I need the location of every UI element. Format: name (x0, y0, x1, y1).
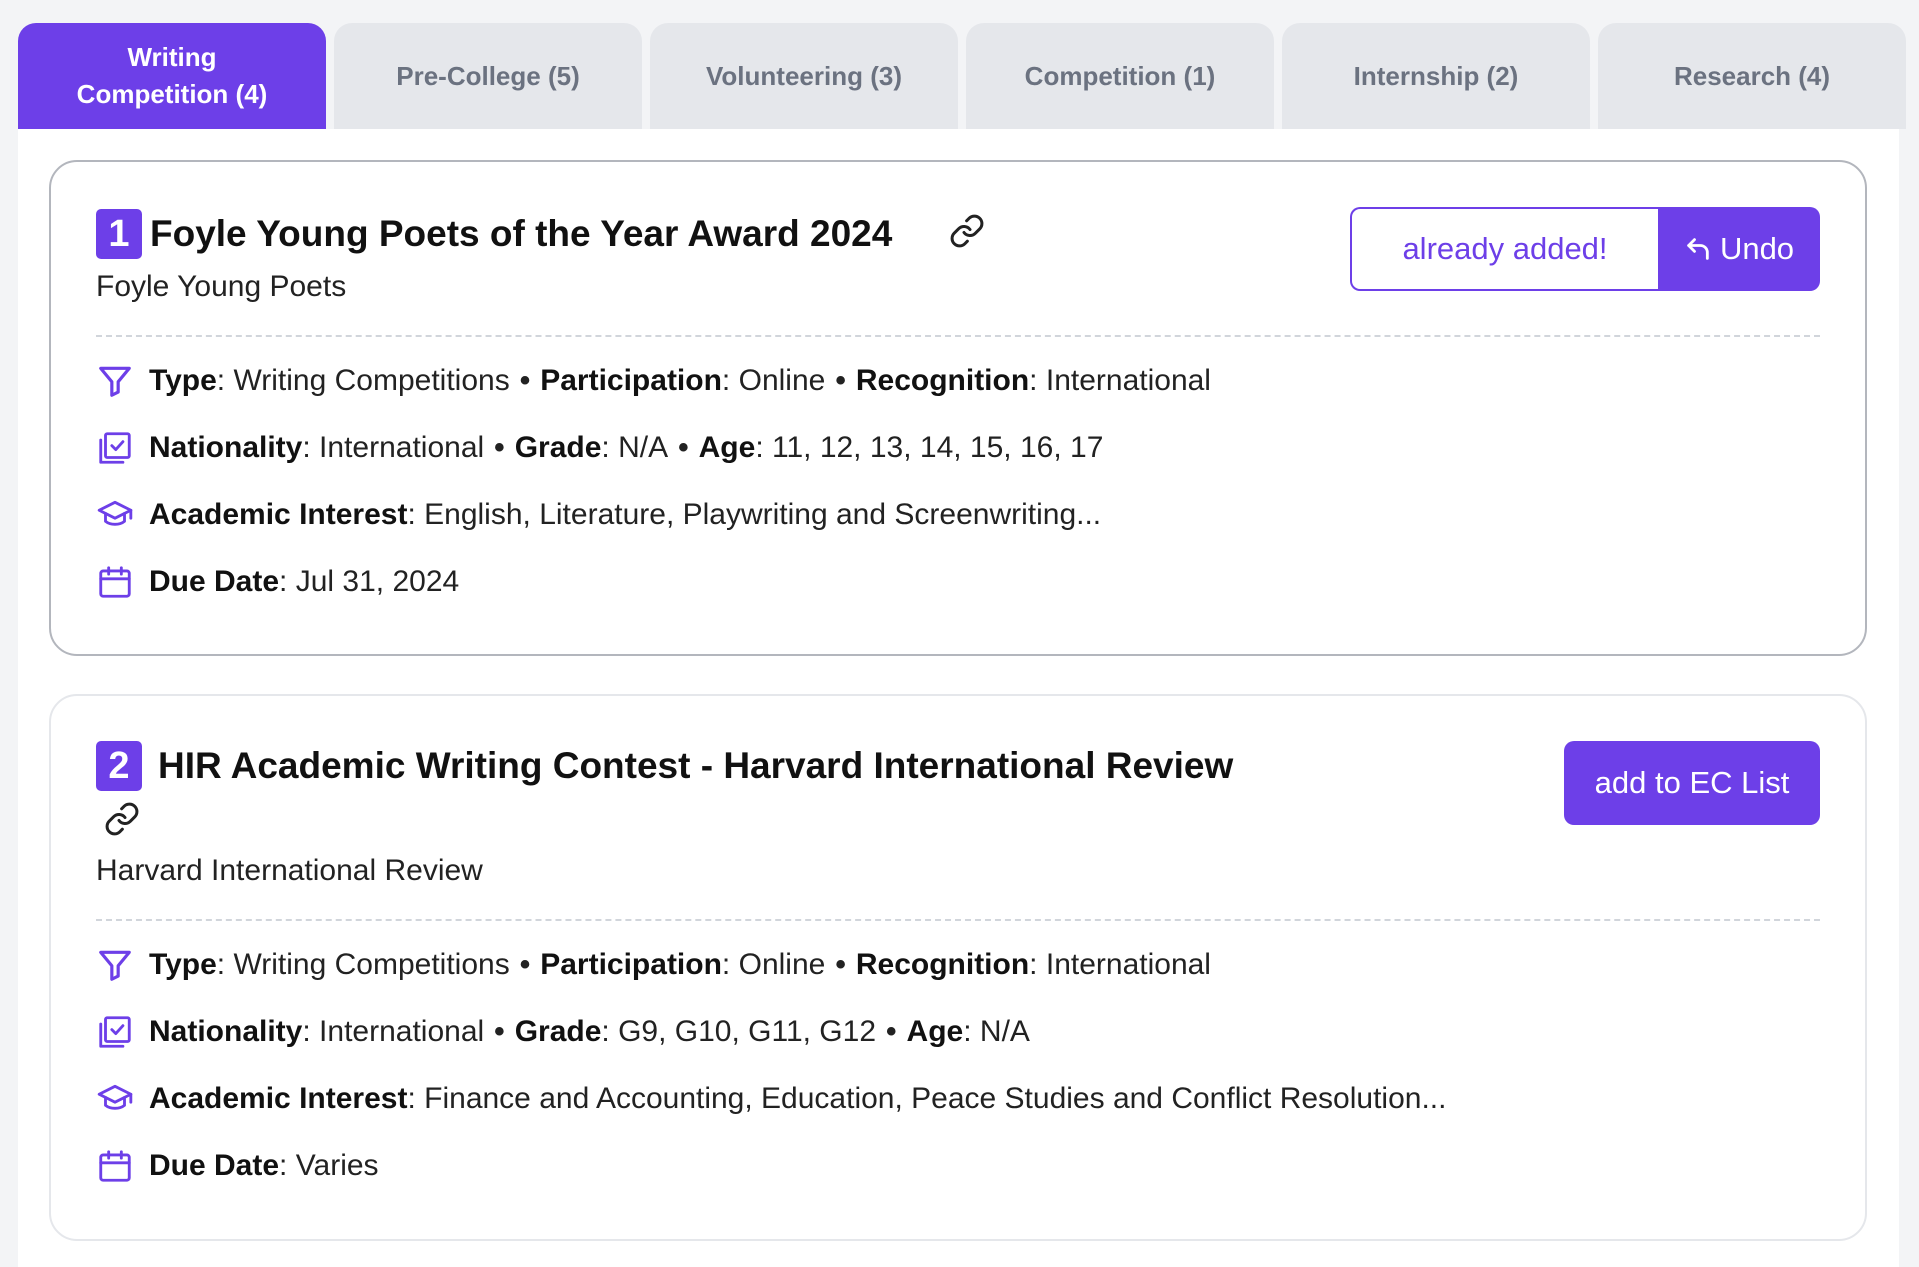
field-label: Recognition (855, 948, 1030, 981)
field-label: : (1029, 948, 1038, 981)
field-label: Recognition (855, 364, 1030, 397)
field-label: • (835, 364, 846, 397)
academic-interest-value: English, Literature, Playwriting and Scr… (424, 498, 1102, 531)
field-label: : (721, 364, 731, 397)
age-value: N/A (979, 1015, 1030, 1048)
info-row-type: Type: Writing Competitions • Participati… (96, 362, 1211, 400)
field-label: Type (149, 364, 217, 397)
field-label: Age (698, 431, 756, 464)
tab-competition[interactable]: Competition (1) (966, 23, 1274, 129)
card-number-badge: 1 (96, 209, 142, 259)
nationality-value: International (319, 1015, 485, 1048)
info-row-interest: Academic Interest: English, Literature, … (96, 496, 1101, 534)
info-row-nationality: Nationality: International • Grade: G9, … (96, 1013, 1030, 1051)
field-label: • (494, 431, 505, 464)
field-label: Participation (540, 948, 722, 981)
field-label: : (216, 948, 226, 981)
link-icon[interactable] (104, 801, 140, 837)
field-label: • (519, 948, 531, 981)
info-row-due-date: Due Date: Jul 31, 2024 (96, 563, 459, 601)
field-label: Type (149, 948, 217, 981)
filter-icon (99, 366, 131, 397)
due-date-value: Varies (295, 1149, 379, 1182)
opportunity-card: 2 HIR Academic Writing Contest - Harvard… (49, 694, 1867, 1241)
field-label: Due Date (149, 565, 280, 598)
field-label: Age (906, 1015, 964, 1048)
field-label: Grade (514, 1015, 602, 1048)
grade-value: G9, G10, G11, G12 (618, 1015, 877, 1048)
recognition-value: International (1045, 948, 1211, 981)
field-label: Academic Interest (149, 1082, 408, 1115)
tab-volunteering[interactable]: Volunteering (3) (650, 23, 958, 129)
field-label: : (601, 431, 610, 464)
field-label: : (1029, 364, 1038, 397)
field-label: : (279, 565, 288, 598)
results-panel: 1 Foyle Young Poets of the Year Award 20… (18, 129, 1899, 1267)
graduation-cap-icon (97, 1084, 133, 1110)
field-label: • (886, 1015, 897, 1048)
nationality-value: International (319, 431, 485, 464)
checklist-icon (99, 1016, 131, 1048)
field-label: Nationality (149, 1015, 303, 1048)
type-value: Writing Competitions (233, 948, 510, 981)
card-number-badge: 2 (96, 741, 142, 791)
field-label: : (279, 1149, 288, 1182)
due-date-value: Jul 31, 2024 (295, 565, 460, 598)
age-value: 11, 12, 13, 14, 15, 16, 17 (772, 431, 1104, 464)
added-button-group: already added! Undo (1350, 207, 1820, 291)
checklist-icon (99, 432, 131, 464)
undo-button[interactable]: Undo (1658, 207, 1820, 291)
field-label: Participation (540, 364, 722, 397)
field-label: : (302, 431, 311, 464)
field-label: : (407, 1082, 416, 1115)
info-row-nationality: Nationality: International • Grade: N/A … (96, 429, 1103, 467)
filter-icon (99, 950, 131, 981)
field-label: : (721, 948, 731, 981)
participation-value: Online (738, 364, 826, 397)
card-divider (96, 919, 1820, 921)
field-label: Grade (514, 431, 602, 464)
opportunity-card: 1 Foyle Young Poets of the Year Award 20… (49, 160, 1867, 656)
calendar-icon (99, 1150, 131, 1182)
grade-value: N/A (618, 431, 669, 464)
already-added-button[interactable]: already added! (1350, 207, 1658, 291)
calendar-icon (99, 566, 131, 598)
field-label: : (302, 1015, 311, 1048)
link-icon[interactable] (949, 213, 985, 249)
info-row-type: Type: Writing Competitions • Participati… (96, 946, 1211, 984)
field-label: • (519, 364, 531, 397)
recognition-value: International (1045, 364, 1211, 397)
info-row-due-date: Due Date: Varies (96, 1147, 379, 1185)
field-label: Academic Interest (149, 498, 408, 531)
undo-arrow-icon (1687, 238, 1709, 260)
field-label: • (835, 948, 846, 981)
graduation-cap-icon (97, 500, 133, 526)
field-label: Nationality (149, 431, 303, 464)
card-title: HIR Academic Writing Contest - Harvard I… (158, 745, 1234, 786)
type-value: Writing Competitions (233, 364, 510, 397)
tab-internship[interactable]: Internship (2) (1282, 23, 1590, 129)
field-label: : (407, 498, 416, 531)
participation-value: Online (738, 948, 826, 981)
field-label: : (601, 1015, 610, 1048)
field-label: : (963, 1015, 972, 1048)
field-label: : (216, 364, 226, 397)
card-title: Foyle Young Poets of the Year Award 2024 (150, 213, 893, 254)
field-label: • (494, 1015, 505, 1048)
field-label: : (755, 431, 764, 464)
info-row-interest: Academic Interest: Finance and Accountin… (96, 1080, 1446, 1118)
undo-label: Undo (1719, 231, 1795, 266)
add-to-ec-list-button[interactable]: add to EC List (1564, 741, 1820, 825)
card-organization: Foyle Young Poets (96, 270, 347, 303)
tab-writing-competition[interactable]: Writing Competition (4) (18, 23, 326, 129)
academic-interest-value: Finance and Accounting, Education, Peace… (424, 1082, 1447, 1115)
tab-pre-college[interactable]: Pre-College (5) (334, 23, 642, 129)
card-divider (96, 335, 1820, 337)
card-organization: Harvard International Review (96, 854, 483, 887)
tab-research[interactable]: Research (4) (1598, 23, 1906, 129)
field-label: • (678, 431, 689, 464)
field-label: Due Date (149, 1149, 280, 1182)
category-tabs: Writing Competition (4) Pre-College (5) … (18, 23, 1906, 129)
